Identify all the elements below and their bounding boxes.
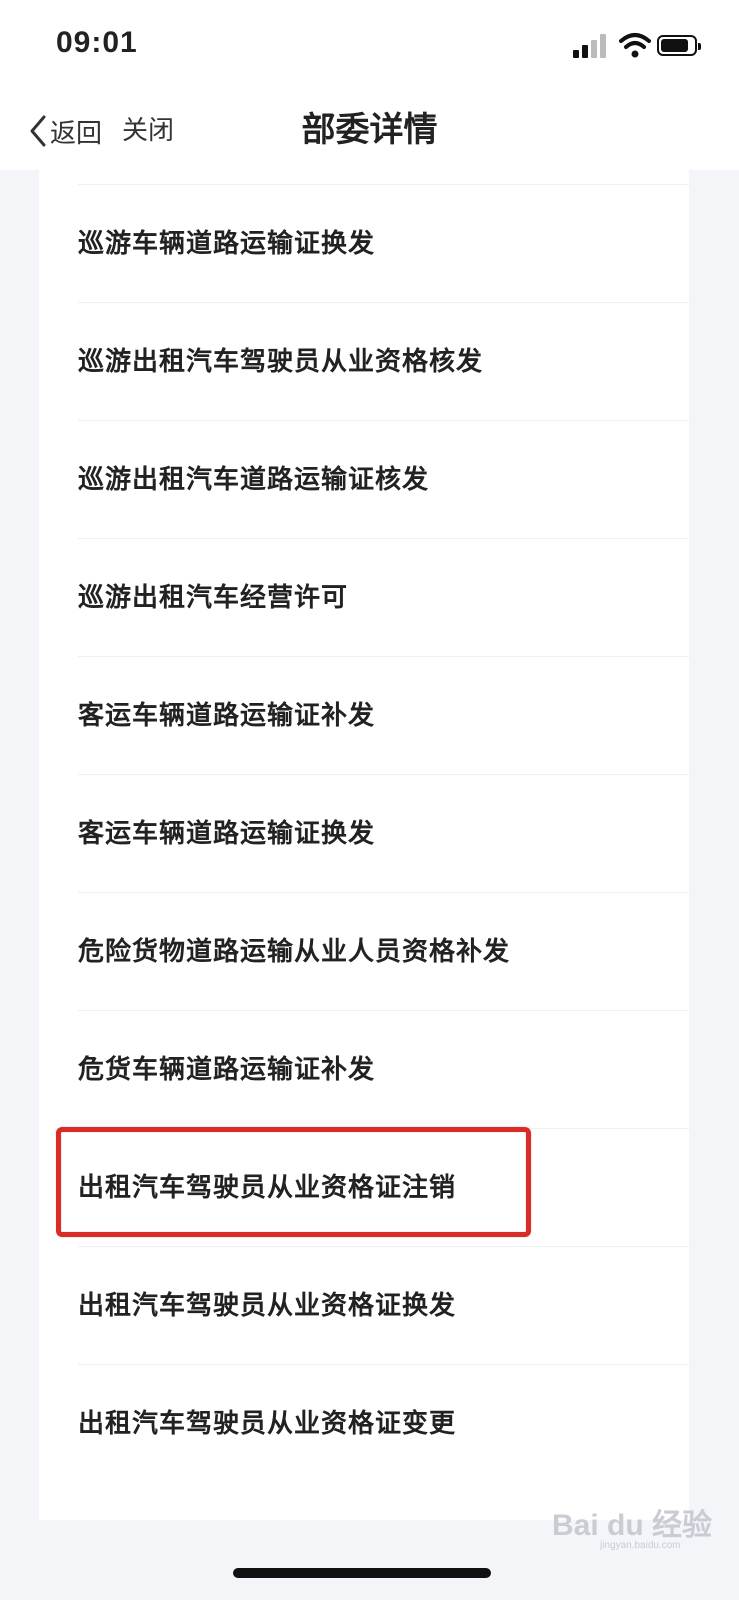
list-item[interactable]: 巡游出租汽车经营许可 <box>78 538 689 656</box>
battery-icon <box>657 35 701 56</box>
watermark-url: jingyan.baidu.com <box>600 1540 681 1551</box>
list-item-label: 出租汽车驾驶员从业资格证换发 <box>78 1291 457 1321</box>
list-item-label: 客运车辆道路运输证换发 <box>78 819 376 849</box>
list-item[interactable]: 巡游车辆道路运输证换发 <box>78 184 689 302</box>
list-item[interactable]: 危货车辆道路运输证补发 <box>78 1010 689 1128</box>
list-item[interactable]: 客运车辆道路运输证换发 <box>78 774 689 892</box>
list-item[interactable]: 危险货物道路运输从业人员资格补发 <box>78 892 689 1010</box>
list-item-label: 危险货物道路运输从业人员资格补发 <box>78 937 511 967</box>
page-title: 部委详情 <box>301 110 438 150</box>
status-time: 09:01 <box>56 26 138 59</box>
list-item-label: 巡游车辆道路运输证换发 <box>78 229 376 259</box>
home-indicator[interactable] <box>233 1568 491 1578</box>
status-bar: 09:01 <box>0 0 739 95</box>
service-list: 巡游车辆道路运输证换发 巡游出租汽车驾驶员从业资格核发 巡游出租汽车道路运输证核… <box>39 184 689 1482</box>
list-item[interactable]: 巡游出租汽车道路运输证核发 <box>78 420 689 538</box>
list-item[interactable]: 出租汽车驾驶员从业资格证变更 <box>78 1364 689 1482</box>
wifi-icon <box>619 31 651 59</box>
list-item-label: 巡游出租汽车经营许可 <box>78 583 349 613</box>
highlight-box <box>56 1127 531 1237</box>
list-item-label: 巡游出租汽车驾驶员从业资格核发 <box>78 347 484 377</box>
list-item-label: 客运车辆道路运输证补发 <box>78 701 376 731</box>
list-item-label: 出租汽车驾驶员从业资格证变更 <box>78 1409 457 1439</box>
cellular-signal-icon <box>573 34 607 58</box>
list-item-label: 危货车辆道路运输证补发 <box>78 1055 376 1085</box>
list-item[interactable]: 巡游出租汽车驾驶员从业资格核发 <box>78 302 689 420</box>
watermark-brand: Bai du 经验 <box>552 1509 713 1542</box>
list-item-label: 巡游出租汽车道路运输证核发 <box>78 465 430 495</box>
nav-bar: 返回 关闭 部委详情 <box>0 95 739 170</box>
list-item[interactable]: 出租汽车驾驶员从业资格证换发 <box>78 1246 689 1364</box>
list-item[interactable]: 客运车辆道路运输证补发 <box>78 656 689 774</box>
service-list-card: 巡游车辆道路运输证换发 巡游出租汽车驾驶员从业资格核发 巡游出租汽车道路运输证核… <box>39 170 689 1520</box>
